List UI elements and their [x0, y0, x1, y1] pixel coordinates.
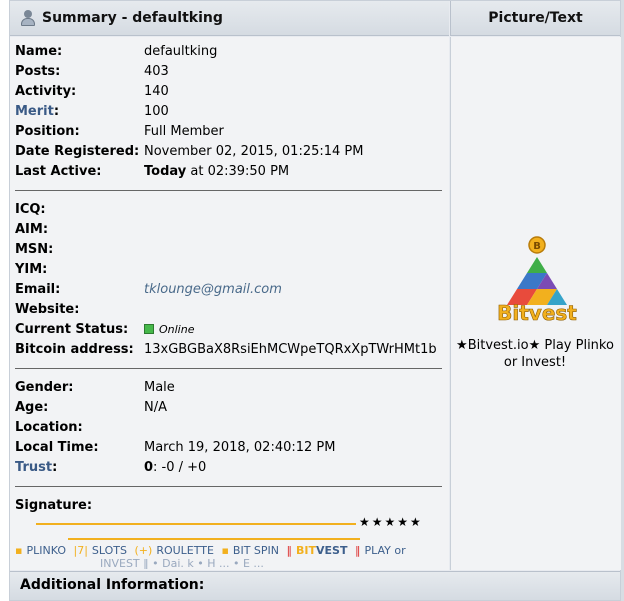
slots-link[interactable]: SLOTS	[92, 544, 127, 557]
position-value: Full Member	[144, 124, 224, 139]
email-label: Email:	[15, 282, 61, 297]
status-label: Current Status:	[15, 322, 129, 337]
bitspin-icon: ▪	[221, 544, 229, 557]
bitcoin-label: Bitcoin address:	[15, 342, 134, 357]
user-icon	[20, 10, 36, 26]
bitspin-link[interactable]: BIT SPIN	[233, 544, 279, 557]
local-time-label: Local Time:	[15, 440, 99, 455]
email-link[interactable]: tklounge@gmail.com	[144, 280, 282, 300]
additional-info-title: Additional Information:	[20, 577, 205, 593]
status-value: Online	[159, 323, 195, 336]
last-active-day: Today	[144, 164, 187, 179]
signature-links: ▪ PLINKO |7| SLOTS (+) ROULETTE ▪ BIT SPIN ‖…	[15, 544, 406, 557]
yim-label: YIM:	[15, 262, 48, 277]
age-label: Age:	[15, 400, 49, 415]
picture-header: Picture/Text	[450, 1, 620, 36]
age-value: N/A	[144, 400, 167, 415]
merit-link[interactable]: Merit	[15, 104, 54, 119]
position-label: Position:	[15, 124, 80, 139]
trust-score: 0	[144, 460, 154, 475]
trust-colon: :	[52, 460, 58, 475]
merit-value: 100	[144, 104, 169, 119]
divider	[15, 368, 442, 369]
registered-value: November 02, 2015, 01:25:14 PM	[144, 144, 364, 159]
last-active-time: at 02:39:50 PM	[186, 164, 290, 179]
registered-label: Date Registered:	[15, 144, 140, 159]
name-label: Name:	[15, 44, 63, 59]
bitvest-link[interactable]: VEST	[316, 544, 347, 557]
local-time-value: March 19, 2018, 02:40:12 PM	[144, 440, 336, 455]
bitvest-logo[interactable]: B Bitvest	[495, 235, 579, 325]
bitvest-prefix: BIT	[296, 544, 317, 557]
trust-link[interactable]: Trust	[15, 460, 52, 475]
activity-value: 140	[144, 84, 169, 99]
gender-label: Gender:	[15, 380, 74, 395]
website-label: Website:	[15, 302, 80, 317]
signature-overflow: INVEST ‖ • Dai. k • H ... • E ...	[100, 559, 264, 569]
additional-info-header: Additional Information:	[10, 571, 620, 600]
summary-body: Name: defaultking Posts: 403 Activity: 1…	[10, 37, 449, 570]
roulette-link[interactable]: ROULETTE	[156, 544, 214, 557]
bitcoin-address: 13xGBGBaX8RsiEhMCWpeTQRxXpTWrHMt1b	[144, 342, 437, 357]
divider	[15, 190, 442, 191]
aim-label: AIM:	[15, 222, 49, 237]
location-label: Location:	[15, 420, 83, 435]
svg-text:Bitvest: Bitvest	[497, 301, 577, 325]
activity-label: Activity:	[15, 84, 77, 99]
posts-value: 403	[144, 64, 169, 79]
plinko-icon: ▪	[15, 544, 23, 557]
picture-title: Picture/Text	[488, 10, 583, 26]
gender-value: Male	[144, 380, 175, 395]
online-status-icon	[144, 324, 154, 334]
signature-label: Signature:	[15, 498, 93, 513]
icq-label: ICQ:	[15, 202, 46, 217]
roulette-icon: (+)	[134, 544, 153, 557]
divider	[15, 486, 442, 487]
slots-icon: |7|	[73, 544, 88, 557]
plinko-link[interactable]: PLINKO	[26, 544, 66, 557]
last-active-label: Last Active:	[15, 164, 102, 179]
signature-rule	[36, 523, 356, 525]
trust-detail: : -0 / +0	[153, 460, 207, 475]
svg-text:B: B	[533, 241, 541, 252]
merit-colon: :	[53, 104, 60, 119]
summary-header: Summary - defaultking	[10, 1, 449, 36]
picture-caption: ★Bitvest.io★ Play Plinko or Invest!	[456, 338, 614, 370]
signature-rule	[68, 538, 360, 540]
signature-stars: ★★★★★	[359, 515, 423, 529]
play-invest-link[interactable]: PLAY or	[364, 544, 405, 557]
posts-label: Posts:	[15, 64, 61, 79]
summary-title: Summary - defaultking	[42, 10, 223, 26]
name-value: defaultking	[144, 44, 218, 59]
msn-label: MSN:	[15, 242, 54, 257]
